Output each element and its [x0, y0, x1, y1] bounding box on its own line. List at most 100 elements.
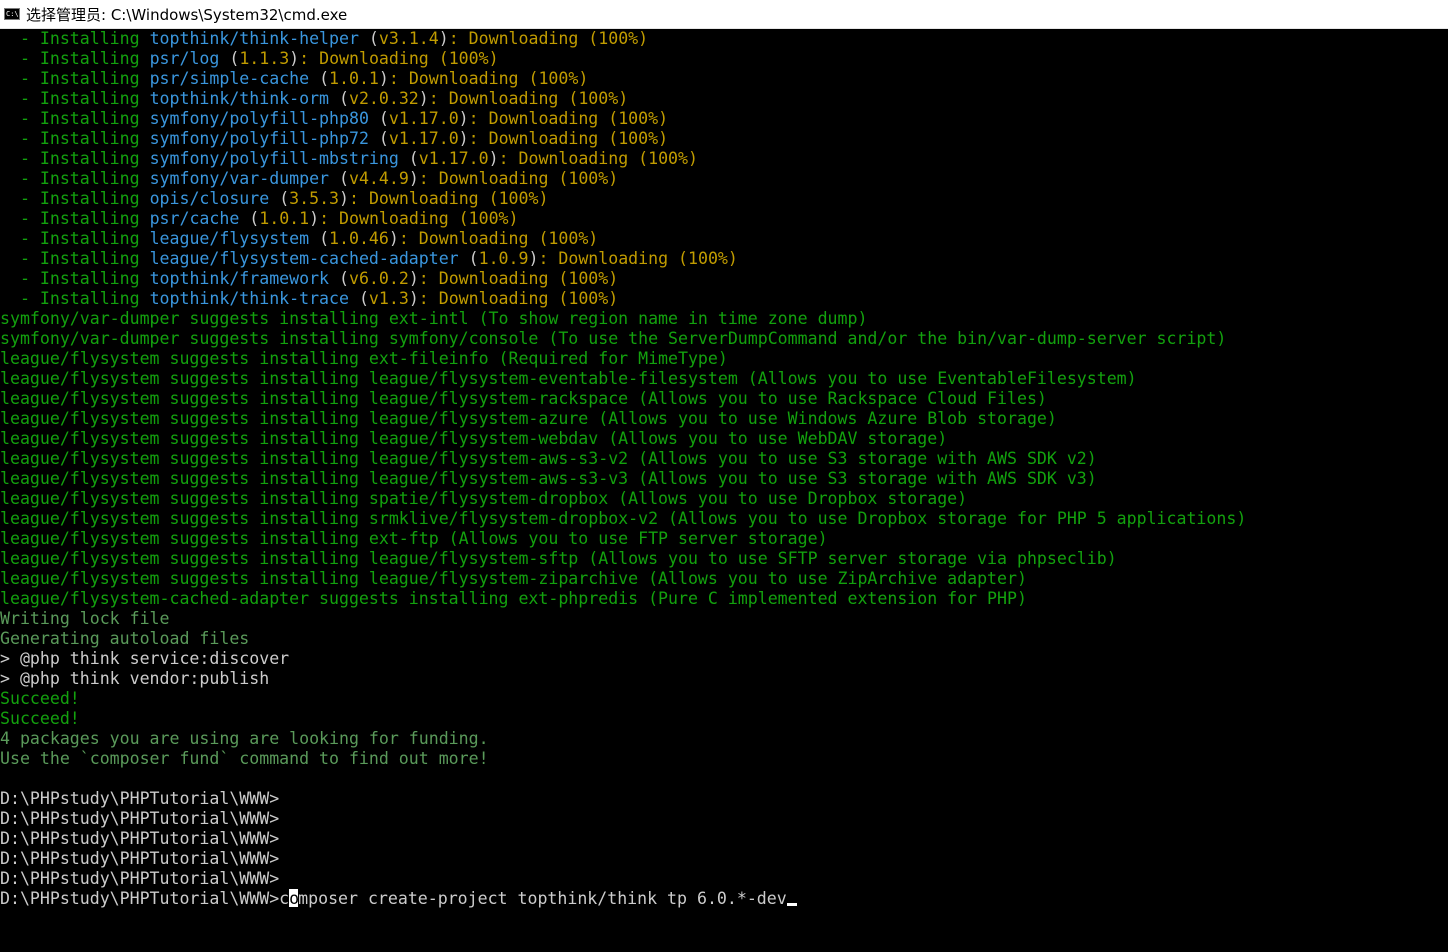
package-version: v1.17.0	[388, 129, 459, 148]
console-output[interactable]: - Installing topthink/think-helper (v3.1…	[0, 29, 1448, 952]
suggest-line: league/flysystem suggests installing lea…	[0, 449, 1448, 469]
install-prefix: - Installing	[0, 129, 150, 148]
suggest-text: league/flysystem suggests installing lea…	[0, 369, 1137, 388]
package-version: 1.0.1	[329, 69, 379, 88]
prompt-line: D:\PHPstudy\PHPTutorial\WWW>	[0, 869, 1448, 889]
install-line: - Installing opis/closure (3.5.3): Downl…	[0, 189, 1448, 209]
package-name: opis/closure	[149, 189, 270, 208]
paren-open: (	[269, 189, 290, 208]
download-status: : Downloading (100%)	[319, 209, 519, 228]
command-text: c	[279, 889, 290, 908]
download-status: : Downloading (100%)	[418, 289, 619, 308]
suggest-line: league/flysystem suggests installing lea…	[0, 409, 1448, 429]
suggest-line: symfony/var-dumper suggests installing e…	[0, 309, 1448, 329]
paren-open: (	[329, 269, 349, 288]
package-name: symfony/polyfill-php80	[149, 109, 369, 128]
paren-open: (	[358, 29, 379, 48]
suggest-line: league/flysystem suggests installing ext…	[0, 529, 1448, 549]
suggest-line: league/flysystem suggests installing spa…	[0, 489, 1448, 509]
suggest-text: league/flysystem suggests installing lea…	[0, 469, 1097, 488]
package-name: psr/cache	[149, 209, 240, 228]
suggest-text: league/flysystem-cached-adapter suggests…	[0, 589, 1027, 608]
install-line: - Installing topthink/think-trace (v1.3)…	[0, 289, 1448, 309]
package-name: topthink/framework	[149, 269, 330, 288]
paren-open: (	[458, 249, 479, 268]
download-status: : Downloading (100%)	[498, 149, 698, 168]
package-name: league/flysystem-cached-adapter	[149, 249, 459, 268]
install-prefix: - Installing	[0, 229, 150, 248]
prompt-text: D:\PHPstudy\PHPTutorial\WWW>	[0, 849, 280, 868]
suggest-text: league/flysystem suggests installing spa…	[0, 489, 968, 508]
install-prefix: - Installing	[0, 269, 150, 288]
title-bar[interactable]: C:\ 选择管理员: C:\Windows\System32\cmd.exe	[0, 0, 1448, 29]
text-cursor[interactable]: o	[289, 889, 299, 908]
suggest-line: league/flysystem suggests installing lea…	[0, 369, 1448, 389]
install-prefix: - Installing	[0, 109, 150, 128]
succeed-line-text: Succeed!	[0, 689, 80, 708]
install-line: - Installing psr/cache (1.0.1): Download…	[0, 209, 1448, 229]
suggest-text: league/flysystem suggests installing lea…	[0, 429, 948, 448]
suggest-line: symfony/var-dumper suggests installing s…	[0, 329, 1448, 349]
suggest-text: symfony/var-dumper suggests installing e…	[0, 309, 868, 328]
download-status: : Downloading (100%)	[468, 129, 669, 148]
prompt-text: D:\PHPstudy\PHPTutorial\WWW>	[0, 889, 280, 908]
suggest-text: league/flysystem suggests installing ext…	[0, 529, 828, 548]
install-line: - Installing symfony/var-dumper (v4.4.9)…	[0, 169, 1448, 189]
cmd-icon: C:\	[4, 8, 20, 20]
package-version: 1.0.9	[478, 249, 529, 268]
download-status: : Downloading (100%)	[448, 29, 649, 48]
package-name: symfony/polyfill-php72	[149, 129, 369, 148]
suggest-text: league/flysystem suggests installing lea…	[0, 569, 1027, 588]
package-version: v1.3	[368, 289, 409, 308]
prompt-line: D:\PHPstudy\PHPTutorial\WWW>	[0, 829, 1448, 849]
input-caret[interactable]	[786, 903, 797, 906]
generating-autoload-line: Generating autoload files	[0, 629, 1448, 649]
package-version: 1.0.1	[259, 209, 310, 228]
script-line-text: > @php think vendor:publish	[0, 669, 270, 688]
package-version: v2.0.32	[348, 89, 419, 108]
download-status: : Downloading (100%)	[398, 229, 599, 248]
suggest-text: league/flysystem suggests installing lea…	[0, 389, 1047, 408]
prompt-text: D:\PHPstudy\PHPTutorial\WWW>	[0, 869, 280, 888]
funding-line: Use the `composer fund` command to find …	[0, 749, 1448, 769]
install-prefix: - Installing	[0, 209, 150, 228]
suggest-line: league/flysystem suggests installing srm…	[0, 509, 1448, 529]
paren-open: (	[309, 229, 330, 248]
paren-close: )	[458, 129, 469, 148]
paren-open: (	[329, 89, 349, 108]
paren-open: (	[329, 169, 349, 188]
writing-lock-line-text: Writing lock file	[0, 609, 170, 628]
package-version: 3.5.3	[289, 189, 340, 208]
package-version: 1.0.46	[329, 229, 389, 248]
paren-open: (	[398, 149, 419, 168]
paren-open: (	[368, 109, 389, 128]
generating-autoload-line-text: Generating autoload files	[0, 629, 250, 648]
package-name: topthink/think-orm	[149, 89, 330, 108]
install-prefix: - Installing	[0, 149, 150, 168]
suggest-text: league/flysystem suggests installing lea…	[0, 449, 1097, 468]
suggest-line: league/flysystem-cached-adapter suggests…	[0, 589, 1448, 609]
script-line: > @php think vendor:publish	[0, 669, 1448, 689]
suggest-text: league/flysystem suggests installing lea…	[0, 409, 1057, 428]
package-name: psr/simple-cache	[149, 69, 310, 88]
install-prefix: - Installing	[0, 89, 150, 108]
suggest-line: league/flysystem suggests installing lea…	[0, 569, 1448, 589]
install-line: - Installing league/flysystem-cached-ada…	[0, 249, 1448, 269]
writing-lock-line: Writing lock file	[0, 609, 1448, 629]
download-status: : Downloading (100%)	[299, 49, 499, 68]
install-line: - Installing topthink/think-orm (v2.0.32…	[0, 89, 1448, 109]
install-prefix: - Installing	[0, 249, 150, 268]
paren-open: (	[368, 129, 389, 148]
paren-open: (	[348, 289, 369, 308]
download-status: : Downloading (100%)	[388, 69, 589, 88]
suggest-line: league/flysystem suggests installing lea…	[0, 429, 1448, 449]
package-version: 1.1.3	[239, 49, 290, 68]
paren-close: )	[408, 169, 419, 188]
script-line-text: > @php think service:discover	[0, 649, 290, 668]
suggest-line: league/flysystem suggests installing lea…	[0, 469, 1448, 489]
install-line: - Installing psr/log (1.1.3): Downloadin…	[0, 49, 1448, 69]
funding-line-text: Use the `composer fund` command to find …	[0, 749, 489, 768]
succeed-line: Succeed!	[0, 709, 1448, 729]
suggest-text: league/flysystem suggests installing srm…	[0, 509, 1247, 528]
